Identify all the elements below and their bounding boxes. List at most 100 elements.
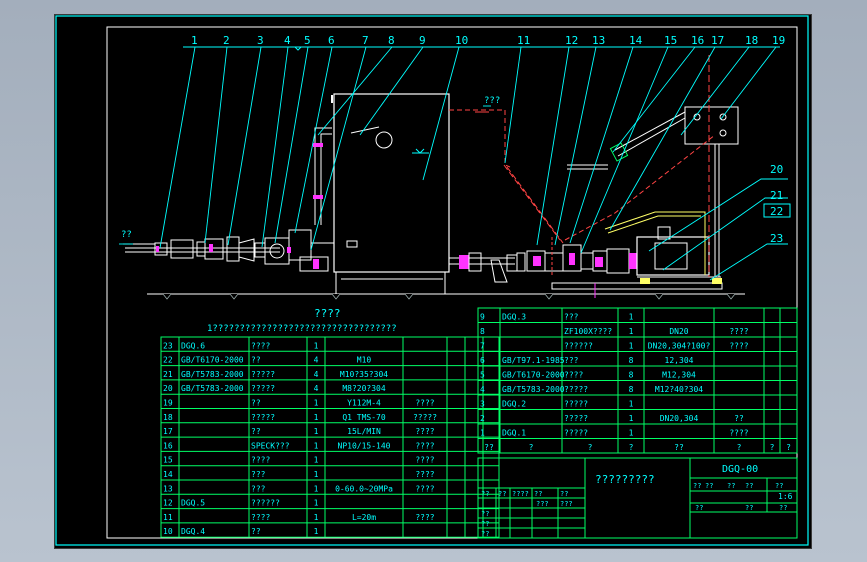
- cell-no: 10: [163, 527, 173, 536]
- cell-code: DGQ.4: [181, 527, 205, 536]
- callout-18: 18: [745, 34, 758, 47]
- inlet-tee: [288, 229, 312, 261]
- table-row: 15???? 1????: [163, 456, 435, 465]
- table-row: 13??? 1 0-60.0~20MPa????: [163, 484, 435, 493]
- cell-name: ?????: [251, 370, 275, 379]
- cell-qty: 4: [314, 384, 319, 393]
- cell-name: ????: [251, 513, 270, 522]
- cell-qty: 1: [629, 429, 634, 438]
- cell-spec: DN20: [669, 327, 688, 336]
- cell-name: ???: [564, 356, 579, 365]
- cell-name: ??: [251, 356, 261, 365]
- cell-qty: 4: [314, 370, 319, 379]
- cell-no: 19: [163, 399, 173, 408]
- cell-code: GB/T97.1-1985: [502, 356, 565, 365]
- callout-8: 8: [388, 34, 395, 47]
- drain-label: ???: [484, 96, 500, 106]
- table-row: 5 GB/T6170-2000???? 8 M12,304: [480, 371, 696, 380]
- cell-spec: M10?35?304: [340, 370, 388, 379]
- cell-no: 15: [163, 456, 173, 465]
- table-row: 19?? 1 Y112M-4????: [163, 399, 435, 408]
- cell-no: 4: [480, 385, 485, 394]
- table-row: 3 DGQ.2????? 1: [480, 400, 634, 409]
- cell-qty: 1: [314, 456, 319, 465]
- cell-code: DGQ.1: [502, 429, 526, 438]
- title-block: ????????? DGQ-00 1:6 ???????????????????…: [477, 457, 798, 539]
- tank: [333, 93, 450, 273]
- callout-22: 22: [770, 205, 783, 218]
- header-cell: ??: [484, 443, 494, 452]
- leader-lines: [119, 46, 788, 281]
- table-row: 6 GB/T97.1-1985??? 8 12,304: [480, 356, 694, 365]
- cell-code: DGQ.6: [181, 341, 205, 350]
- cell-no: 2: [480, 414, 485, 423]
- callout-17: 17: [711, 34, 724, 47]
- parts-title: ????: [314, 307, 341, 320]
- cell-name: ????: [251, 341, 270, 350]
- cell-spec: Y112M-4: [347, 399, 381, 408]
- cell-spec: 0-60.0~20MPa: [335, 484, 393, 493]
- callout-7: 7: [362, 34, 369, 47]
- callout-15: 15: [664, 34, 677, 47]
- cell-no: 7: [480, 342, 485, 351]
- cell-qty: 1: [314, 484, 319, 493]
- table-row: 16 SPECK??? 1 NP10/15-140????: [163, 441, 435, 450]
- cell-qty: 1: [314, 441, 319, 450]
- title-block-label: ??: [481, 530, 489, 538]
- cell-code: DGQ.2: [502, 400, 526, 409]
- inlet-filter: [264, 237, 290, 265]
- table-row: 9 DGQ.3??? 1: [480, 313, 634, 322]
- cell-mat: ????: [415, 470, 434, 479]
- callouts-top: 1 2 3 4 5 6 7 8 9 10 11 12 13 14 15 16 17 18 19: [191, 34, 785, 47]
- cell-qty: 8: [629, 356, 634, 365]
- cell-no: 5: [480, 371, 485, 380]
- cell-no: 9: [480, 313, 485, 322]
- cell-name: ?????: [251, 413, 275, 422]
- cell-mat: ????: [729, 429, 748, 438]
- cell-code: DGQ.3: [502, 313, 526, 322]
- parts-subtitle: 1??????????????????????????????????: [207, 324, 397, 334]
- header-cell: ?: [629, 443, 634, 452]
- title-block-label: ??: [705, 482, 713, 490]
- cell-no: 11: [163, 513, 173, 522]
- cell-no: 23: [163, 341, 173, 350]
- cell-name: ??????: [251, 499, 280, 508]
- callout-10: 10: [455, 34, 468, 47]
- header-cell: ?: [588, 443, 593, 452]
- cell-code: DGQ.5: [181, 499, 205, 508]
- table-row: 4 GB/T5783-2000????? 8 M12?40?304: [480, 385, 703, 394]
- cell-qty: 1: [629, 414, 634, 423]
- cell-code: GB/T5783-2000: [502, 385, 565, 394]
- callout-6: 6: [328, 34, 335, 47]
- callout-23: 23: [770, 232, 783, 245]
- title-block-label: ??: [481, 520, 489, 528]
- header-cell: ?: [786, 443, 791, 452]
- inlet-valve: [170, 239, 194, 259]
- title-block-label: ??: [498, 490, 506, 498]
- cell-no: 21: [163, 370, 173, 379]
- cell-qty: 8: [629, 371, 634, 380]
- inlet-pipe: [314, 127, 332, 225]
- bom-left-table: 23 DGQ.6???? 122 GB/T6170-2000?? 4 M1021 GB/T5…: [160, 336, 500, 538]
- cell-qty: 1: [314, 413, 319, 422]
- cad-drawing: 1 2 3 4 5 6 7 8 9 10 11 12 13 14 15 16 17 18 19 20212223 ?…: [55, 15, 809, 546]
- table-row: 11???? 1 L=20m????: [163, 513, 435, 522]
- header-cell: ?: [529, 443, 534, 452]
- cell-name: ZF100X????: [564, 327, 612, 336]
- cell-spec: M8?20?304: [342, 384, 386, 393]
- callout-11: 11: [517, 34, 530, 47]
- cell-code: GB/T5783-2000: [181, 370, 244, 379]
- callout-13: 13: [592, 34, 605, 47]
- control-box: [684, 106, 739, 145]
- table-row: 10 DGQ.4?? 1: [163, 527, 319, 536]
- cell-qty: 1: [629, 400, 634, 409]
- cell-qty: 1: [314, 527, 319, 536]
- cell-mat: ?????: [413, 413, 437, 422]
- cell-name: ????: [564, 371, 583, 380]
- cell-no: 17: [163, 427, 173, 436]
- cell-spec: 12,304: [665, 356, 694, 365]
- table-row: 2????? 1 DN20,304??: [480, 414, 744, 423]
- ground-hatch: [162, 293, 736, 300]
- cell-no: 1: [480, 429, 485, 438]
- cell-mat: ????: [415, 427, 434, 436]
